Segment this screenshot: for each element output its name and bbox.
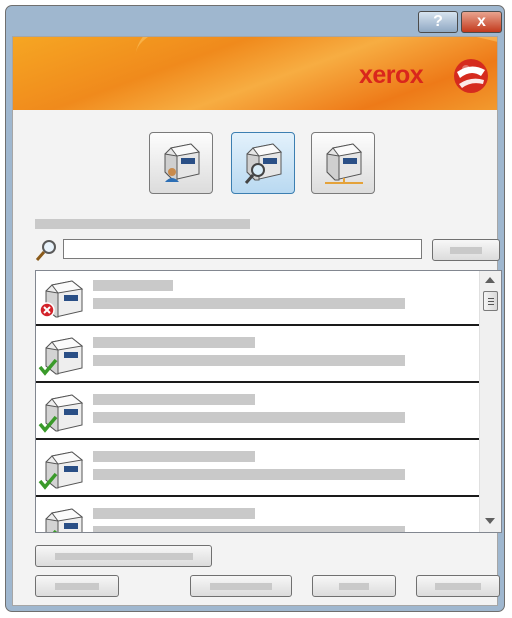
close-label: x — [477, 13, 486, 30]
check-icon — [52, 529, 58, 532]
printer-description — [93, 298, 405, 309]
close-button[interactable]: x — [461, 11, 502, 33]
printer-list[interactable] — [35, 270, 502, 533]
brand-banner: xerox — [13, 37, 497, 110]
back-button-label — [210, 583, 272, 590]
scroll-thumb[interactable] — [483, 291, 498, 311]
printer-user-icon — [164, 143, 201, 182]
next-button[interactable] — [312, 575, 396, 597]
back-button[interactable] — [190, 575, 292, 597]
error-icon — [39, 302, 55, 318]
help-button[interactable]: ? — [418, 11, 458, 33]
printer-network-icon — [325, 143, 363, 184]
search-button[interactable] — [432, 239, 500, 261]
wide-action-button[interactable] — [35, 545, 212, 567]
banner-decoration — [122, 37, 497, 110]
cancel-button[interactable] — [416, 575, 500, 597]
printer-list-item[interactable] — [36, 442, 479, 497]
printer-list-item[interactable] — [36, 271, 479, 326]
printer-list-item[interactable] — [36, 328, 479, 383]
check-icon — [38, 358, 58, 376]
printer-name — [93, 337, 255, 348]
search-input[interactable] — [63, 239, 422, 259]
printer-search-icon — [244, 143, 283, 184]
scroll-down-arrow-icon[interactable] — [485, 518, 495, 524]
install-dialog-window: ? x xerox — [5, 5, 505, 612]
mode-button-network-printers[interactable] — [311, 132, 375, 194]
printer-list-item[interactable] — [36, 499, 479, 532]
printer-list-item[interactable] — [36, 385, 479, 440]
printer-description — [93, 412, 405, 423]
printer-name — [93, 451, 255, 462]
mode-button-search-printers[interactable] — [231, 132, 295, 194]
title-bar[interactable]: ? x — [6, 6, 504, 36]
cancel-button-label — [435, 583, 481, 590]
help-label: ? — [433, 13, 443, 30]
check-icon — [38, 415, 58, 433]
mode-button-my-printers[interactable] — [149, 132, 213, 194]
window-title — [13, 17, 161, 37]
check-icon — [38, 472, 58, 490]
search-icon — [35, 240, 56, 261]
wide-action-button-label — [54, 553, 193, 560]
printer-name — [93, 280, 173, 291]
dialog-body: xerox — [12, 36, 502, 606]
left-footer-button[interactable] — [35, 575, 119, 597]
printer-name — [93, 508, 255, 519]
left-footer-button-label — [55, 583, 99, 590]
list-scrollbar[interactable] — [479, 271, 501, 532]
search-label — [35, 219, 250, 229]
printer-description — [93, 526, 405, 532]
printer-description — [93, 355, 405, 366]
xerox-sphere-icon — [454, 59, 488, 93]
printer-name — [93, 394, 255, 405]
search-button-label — [450, 247, 482, 254]
scroll-up-arrow-icon[interactable] — [485, 277, 495, 283]
xerox-logo-text: xerox — [359, 61, 424, 89]
printer-description — [93, 469, 405, 480]
next-button-label — [339, 583, 369, 590]
